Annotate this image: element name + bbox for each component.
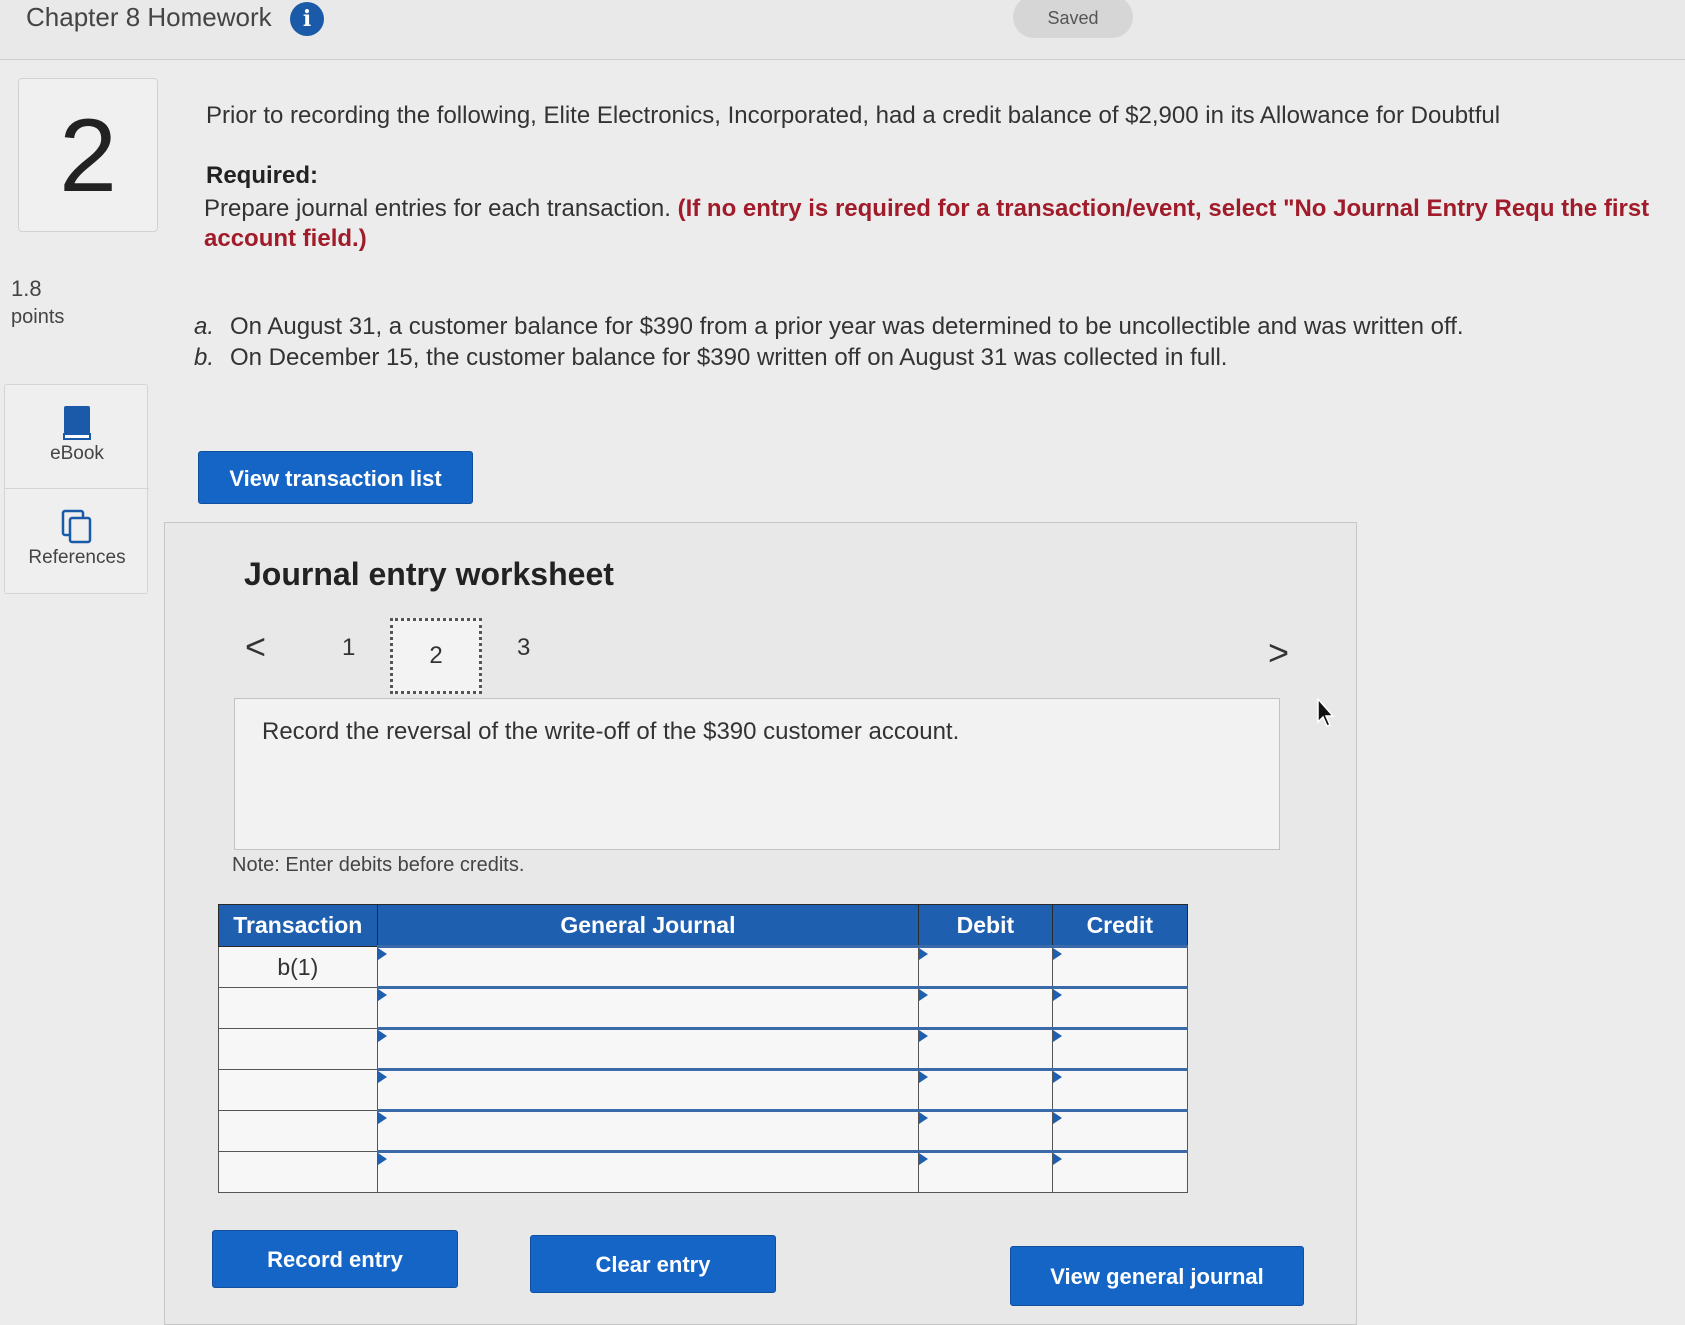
list-item: b. On December 15, the customer balance f… [194,342,1464,373]
journal-table: Transaction General Journal Debit Credit… [218,904,1189,1193]
table-row [218,1027,1189,1070]
debit-input[interactable] [918,945,1053,988]
account-dropdown[interactable] [376,1150,920,1193]
clear-entry-button[interactable]: Clear entry [530,1235,776,1293]
entry-note: Note: Enter debits before credits. [232,854,525,876]
problem-intro: Prior to recording the following, Elite … [206,102,1501,129]
debit-input[interactable] [918,1068,1053,1111]
debit-input[interactable] [918,1027,1053,1070]
references-label: References [28,547,126,568]
credit-input[interactable] [1051,1027,1189,1070]
page-tab-3[interactable]: 3 [517,634,530,662]
transaction-cell: b(1) [218,946,378,988]
page-tab-2-active[interactable]: 2 [390,618,482,694]
transaction-cell [218,1110,378,1152]
ebook-button[interactable]: eBook [5,385,149,489]
credit-input[interactable] [1051,1109,1189,1152]
column-header-transaction: Transaction [218,904,378,947]
list-item: a. On August 31, a customer balance for $… [194,311,1464,342]
book-icon [63,406,91,440]
info-icon[interactable]: i [290,2,324,36]
table-row [218,1068,1189,1111]
table-row: b(1) [218,945,1189,988]
account-dropdown[interactable] [376,1068,920,1111]
view-general-journal-button[interactable]: View general journal [1010,1246,1304,1306]
transaction-items: a. On August 31, a customer balance for $… [194,311,1464,373]
question-number: 2 [18,78,158,232]
credit-input[interactable] [1051,1150,1189,1193]
question-tools: eBook References [4,384,149,594]
account-dropdown[interactable] [376,1109,920,1152]
points-value: 1.8 [11,276,42,301]
table-header-row: Transaction General Journal Debit Credit [218,904,1189,947]
chevron-right-icon[interactable]: > [1268,632,1289,674]
debit-input[interactable] [918,1150,1053,1193]
worksheet-title: Journal entry worksheet [244,556,614,592]
required-text: Prepare journal entries for each transac… [204,195,671,222]
debit-input[interactable] [918,986,1053,1029]
transaction-cell [218,1028,378,1070]
transaction-cell [218,987,378,1029]
references-button[interactable]: References [5,489,149,593]
item-text: On December 15, the customer balance for… [230,344,1228,371]
item-text: On August 31, a customer balance for $39… [230,313,1464,340]
ebook-label: eBook [50,443,104,464]
credit-input[interactable] [1051,986,1189,1029]
credit-input[interactable] [1051,1068,1189,1111]
required-heading: Required: [206,162,319,189]
view-transaction-list-button[interactable]: View transaction list [198,451,473,504]
credit-input[interactable] [1051,945,1189,988]
item-marker: b. [194,344,215,371]
account-dropdown[interactable] [376,1027,920,1070]
column-header-general-journal: General Journal [376,904,920,947]
points-label: points [11,306,65,328]
required-instructions: Prepare journal entries for each transac… [204,194,1685,254]
chevron-left-icon[interactable]: < [245,626,266,668]
account-dropdown[interactable] [376,945,920,988]
page-tab-1[interactable]: 1 [342,634,355,662]
saved-status-badge: Saved [1013,0,1133,38]
table-row [218,1109,1189,1152]
record-entry-button[interactable]: Record entry [212,1230,458,1288]
top-bar: Chapter 8 Homework i Saved [0,0,1685,60]
table-row [218,1150,1189,1193]
column-header-credit: Credit [1051,904,1189,947]
transaction-cell [218,1069,378,1111]
instruction-text: Record the reversal of the write-off of … [262,718,960,745]
assignment-title: Chapter 8 Homework [26,2,272,32]
debit-input[interactable] [918,1109,1053,1152]
transaction-cell [218,1151,378,1193]
column-header-debit: Debit [918,904,1053,947]
account-dropdown[interactable] [376,986,920,1029]
table-row [218,986,1189,1029]
copy-pages-icon [61,509,92,544]
item-marker: a. [194,313,215,340]
mouse-pointer-icon [1317,698,1335,727]
